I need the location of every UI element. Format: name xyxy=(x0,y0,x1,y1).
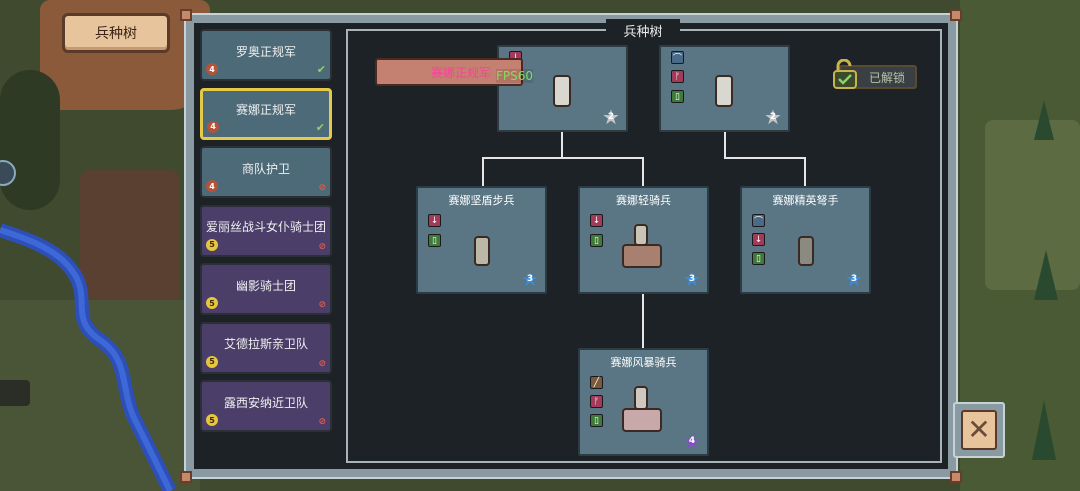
troop-name: 赛娜风暴骑兵 xyxy=(610,356,677,369)
tier-badge: 5 xyxy=(206,414,218,426)
panel-title: 兵种树 xyxy=(606,19,680,41)
unlock-label: 已解锁 xyxy=(868,70,905,85)
tier-star-icon: ★ 3 xyxy=(521,267,539,291)
tier-star-icon: ★ 3 xyxy=(683,267,701,291)
faction-list: 罗奥正规军 4 ✔ 赛娜正规军 4 ✔ 商队护卫 4 ⊘ 爱丽丝战斗女仆骑士团 … xyxy=(200,29,334,439)
bow-icon: ⌒ xyxy=(671,51,684,64)
rider-sprite-icon xyxy=(634,386,648,410)
troop-name: 赛娜轻骑兵 xyxy=(616,194,671,207)
close-icon: ✕ xyxy=(967,413,991,446)
tier-badge: 4 xyxy=(206,63,218,75)
sword-icon: ↓ xyxy=(590,214,603,227)
faction-item-edras[interactable]: 艾德拉斯亲卫队 5 ⊘ xyxy=(200,321,332,374)
faction-item-luciana[interactable]: 露西安纳近卫队 5 ⊘ xyxy=(200,380,332,432)
tier-star-icon: ★ 2 xyxy=(764,105,782,129)
tier-badge: 5 xyxy=(206,297,218,309)
faction-item-alice[interactable]: 爱丽丝战斗女仆骑士团 5 ⊘ xyxy=(200,204,332,257)
troop-node-light-cavalry[interactable]: 赛娜轻骑兵 ↓ ▯ ★ 3 xyxy=(578,186,709,294)
troop-node-shield-infantry[interactable]: 赛娜坚盾步兵 ↓ ▯ ★ 3 xyxy=(416,186,547,294)
sword-icon: ↓ xyxy=(752,233,765,246)
troop-name: 赛娜精英弩手 xyxy=(772,194,839,207)
faction-item-label: 艾德拉斯亲卫队 xyxy=(223,337,308,351)
locked-icon: ⊘ xyxy=(318,417,326,427)
selected-faction-label: 赛娜正规军 xyxy=(431,65,492,80)
troop-sprite-icon xyxy=(474,236,490,266)
tier-star-icon: ★ 3 xyxy=(845,267,863,291)
locked-icon: ⊘ xyxy=(318,183,326,193)
horse-sprite-icon xyxy=(622,408,662,432)
axe-icon: ᚠ xyxy=(590,395,603,408)
tier-star-icon: ★ 4 xyxy=(683,429,701,453)
shield-icon: ▯ xyxy=(671,90,684,103)
shield-icon: ▯ xyxy=(752,252,765,265)
horse-sprite-icon xyxy=(622,244,662,268)
river-icon xyxy=(0,223,177,491)
axe-icon: ᚠ xyxy=(671,70,684,83)
close-button[interactable]: ✕ xyxy=(961,410,997,450)
shield-icon: ▯ xyxy=(428,234,441,247)
sword-icon: ↓ xyxy=(428,214,441,227)
faction-item-label: 赛娜正规军 xyxy=(235,103,296,117)
check-icon: ✔ xyxy=(315,120,325,134)
rider-sprite-icon xyxy=(634,224,648,246)
close-panel: ✕ xyxy=(953,402,1005,458)
unlock-status: 已解锁 xyxy=(833,55,917,91)
troop-sprite-icon xyxy=(553,75,571,107)
tier-badge: 4 xyxy=(206,180,218,192)
faction-item-shadow[interactable]: 幽影骑士团 5 ⊘ xyxy=(200,263,332,315)
troop-node-elite-crossbow[interactable]: 赛娜精英弩手 ⌒ ↓ ▯ ★ 3 xyxy=(740,186,871,294)
troop-sprite-icon xyxy=(715,75,733,107)
lance-icon: ╱ xyxy=(590,376,603,389)
faction-item-label: 爱丽丝战斗女仆骑士团 xyxy=(205,220,326,234)
shield-icon: ▯ xyxy=(590,414,603,427)
faction-item-label: 商队护卫 xyxy=(241,161,290,176)
troop-sprite-icon xyxy=(798,236,814,266)
bow-icon: ⌒ xyxy=(752,214,765,227)
tier-badge: 5 xyxy=(206,238,218,251)
troop-tree-tab[interactable]: 兵种树 xyxy=(62,13,170,53)
faction-item-label: 幽影骑士团 xyxy=(235,278,296,293)
check-icon: ✔ xyxy=(316,63,326,76)
locked-icon: ⊘ xyxy=(318,358,326,369)
shield-icon: ▯ xyxy=(590,234,603,247)
troop-name: 赛娜坚盾步兵 xyxy=(448,194,515,207)
troop-node-storm-cavalry[interactable]: 赛娜风暴骑兵 ╱ ᚠ ▯ ★ 4 xyxy=(578,348,709,456)
tier-star-icon: ★ 2 xyxy=(602,105,620,129)
tier-badge: 4 xyxy=(207,120,219,133)
faction-item-saina[interactable]: 赛娜正规军 4 ✔ xyxy=(200,87,332,140)
trees-icon xyxy=(1032,100,1058,460)
faction-item-caravan[interactable]: 商队护卫 4 ⊘ xyxy=(200,146,332,198)
unlocked-padlock-icon xyxy=(833,59,857,89)
faction-item-label: 露西安纳近卫队 xyxy=(223,395,308,410)
troop-tree-tab-label: 兵种树 xyxy=(95,26,137,42)
tier-badge: 5 xyxy=(206,355,218,368)
locked-icon: ⊘ xyxy=(318,300,326,310)
locked-icon: ⊘ xyxy=(318,241,326,252)
faction-item-label: 罗奥正规军 xyxy=(235,44,296,59)
fps-counter: FPS60 xyxy=(496,69,534,83)
side-button[interactable] xyxy=(0,380,30,406)
faction-item-luoao[interactable]: 罗奥正规军 4 ✔ xyxy=(200,29,332,81)
troop-node-tier2-b[interactable]: ⌒ ᚠ ▯ ★ 2 xyxy=(659,45,790,132)
